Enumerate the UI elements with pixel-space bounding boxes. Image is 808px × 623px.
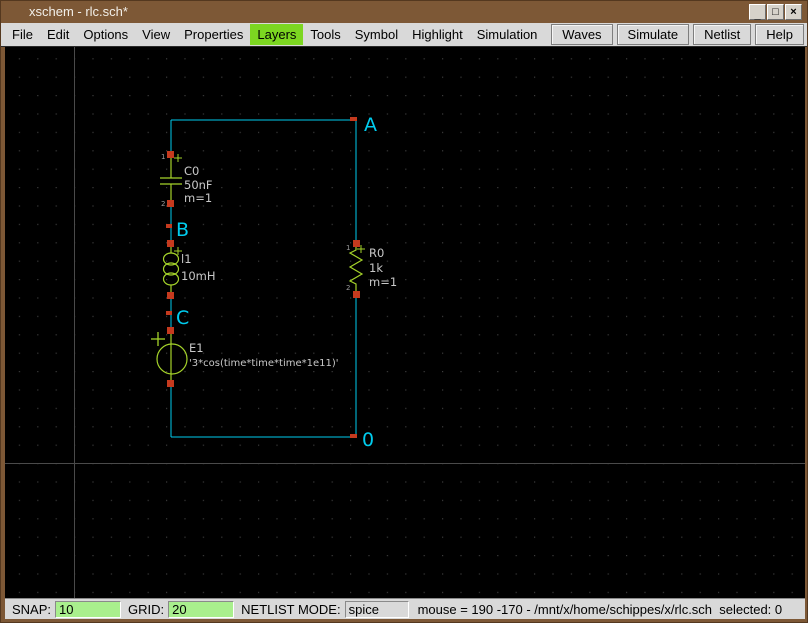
source-ref: E1 xyxy=(189,341,204,355)
resistor-value: 1k xyxy=(369,261,383,275)
netlist-mode-input[interactable] xyxy=(345,601,409,618)
menu-file[interactable]: File xyxy=(5,24,40,45)
statusbar: SNAP: GRID: NETLIST MODE: mouse = 190 -1… xyxy=(5,598,805,619)
schematic-canvas[interactable]: C0 50nF m=1 1 2 l1 10mH xyxy=(5,47,805,598)
netlist-mode-label: NETLIST MODE: xyxy=(241,602,340,617)
waves-button[interactable]: Waves xyxy=(551,24,612,45)
capacitor-pin2-number: 2 xyxy=(161,200,165,208)
minimize-icon: _ xyxy=(754,10,760,21)
maximize-icon: □ xyxy=(772,7,779,18)
grid-label: GRID: xyxy=(128,602,164,617)
menu-properties[interactable]: Properties xyxy=(177,24,250,45)
simulate-button[interactable]: Simulate xyxy=(617,24,690,45)
close-button[interactable]: × xyxy=(785,4,802,20)
menubar: File Edit Options View Properties Layers… xyxy=(1,23,808,47)
grid-input[interactable] xyxy=(168,601,234,618)
resistor-ref: R0 xyxy=(369,246,384,260)
help-button[interactable]: Help xyxy=(755,24,804,45)
menu-symbol[interactable]: Symbol xyxy=(348,24,405,45)
grid-dots xyxy=(5,47,805,598)
capacitor-value: 50nF xyxy=(184,178,213,192)
toolbar-buttons: Waves Simulate Netlist Help xyxy=(551,24,808,45)
capacitor-ref: C0 xyxy=(184,164,199,178)
menu-highlight[interactable]: Highlight xyxy=(405,24,470,45)
menu-layers[interactable]: Layers xyxy=(250,24,303,45)
capacitor-pin1-number: 1 xyxy=(161,153,165,161)
source-value: '3*cos(time*time*time*1e11)' xyxy=(189,358,339,369)
inductor-value: 10mH xyxy=(181,269,215,283)
net-label-b[interactable]: B xyxy=(176,219,189,241)
window-controls: _ □ × xyxy=(749,4,802,20)
resistor-pin1-number: 1 xyxy=(346,244,350,252)
mouse-status-text: mouse = 190 -170 - /mnt/x/home/schippes/… xyxy=(418,602,783,617)
titlebar[interactable]: xschem - rlc.sch* _ □ × xyxy=(1,1,807,23)
net-label-gnd[interactable]: 0 xyxy=(362,429,374,451)
close-icon: × xyxy=(790,7,796,18)
minimize-button[interactable]: _ xyxy=(749,4,766,20)
net-label-c[interactable]: C xyxy=(176,307,189,329)
window-title: xschem - rlc.sch* xyxy=(29,1,128,23)
menu-view[interactable]: View xyxy=(135,24,177,45)
capacitor-param: m=1 xyxy=(184,191,212,205)
resistor-pin2-number: 2 xyxy=(346,284,350,292)
menu-tools[interactable]: Tools xyxy=(303,24,347,45)
netlist-button[interactable]: Netlist xyxy=(693,24,751,45)
resistor-param: m=1 xyxy=(369,275,397,289)
xschem-window: xschem - rlc.sch* _ □ × File Edit Option… xyxy=(0,0,808,623)
menu-edit[interactable]: Edit xyxy=(40,24,76,45)
menu-simulation[interactable]: Simulation xyxy=(470,24,545,45)
snap-label: SNAP: xyxy=(12,602,51,617)
net-label-a[interactable]: A xyxy=(364,114,377,136)
menu-options[interactable]: Options xyxy=(76,24,135,45)
inductor-ref: l1 xyxy=(181,252,192,266)
snap-input[interactable] xyxy=(55,601,121,618)
maximize-button[interactable]: □ xyxy=(767,4,784,20)
